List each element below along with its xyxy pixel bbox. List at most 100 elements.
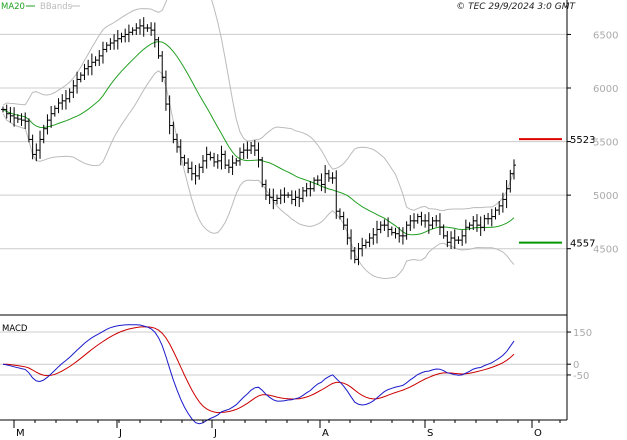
price-bar: [45, 114, 50, 135]
price-bar: [134, 23, 139, 35]
price-bar: [419, 211, 424, 226]
price-bar: [345, 218, 350, 245]
price-bar: [197, 163, 202, 180]
price-bar: [304, 182, 309, 197]
price-bar: [437, 213, 442, 235]
signal-line: [2, 326, 515, 414]
resistance-level-label: 5523: [570, 135, 595, 146]
price-bar: [23, 112, 28, 129]
price-bar: [278, 189, 283, 205]
price-bar: [297, 188, 302, 208]
price-bar: [149, 22, 154, 36]
bband-upper: [2, 0, 515, 212]
price-bar: [223, 150, 228, 169]
price-bar: [82, 63, 87, 80]
macd-axis: 150 0-50: [567, 328, 592, 382]
price-bar: [52, 105, 57, 117]
price-bar: [374, 220, 379, 244]
price-bar: [312, 177, 317, 192]
price-bar: [8, 106, 13, 123]
price-grid: [0, 33, 567, 250]
macd-panel: 150 0-50: [0, 324, 592, 425]
price-bar: [330, 172, 335, 184]
price-bar: [78, 72, 83, 83]
price-bar: [212, 152, 217, 167]
price-tick-label: 5000: [593, 191, 618, 202]
macd-lines: [2, 324, 515, 425]
price-bar: [26, 118, 31, 143]
price-bar: [115, 30, 120, 50]
price-bar: [86, 59, 91, 76]
macd-tick-label: 150: [573, 328, 592, 339]
price-bar: [378, 221, 383, 234]
price-panel: 5523 4557 4500 5000 5500 6000 6500: [0, 0, 618, 280]
price-bar: [156, 36, 161, 59]
price-bar: [30, 134, 35, 160]
price-bar: [126, 24, 131, 43]
price-bar: [49, 106, 54, 128]
ma20-legend: MA20: [1, 2, 25, 12]
month-label: M: [16, 428, 25, 439]
price-bar: [308, 181, 313, 197]
price-bar: [337, 208, 342, 220]
macd-grid: [0, 331, 567, 376]
price-bar: [219, 145, 224, 170]
bbands-legend: BBands: [40, 2, 73, 12]
price-bar: [104, 42, 109, 53]
price-bar: [400, 227, 405, 245]
price-bar: [171, 121, 176, 144]
price-bar: [267, 188, 272, 205]
price-bar: [408, 215, 413, 231]
price-tick-label: 5500: [593, 138, 618, 149]
price-bar: [237, 147, 242, 166]
price-bar: [460, 230, 465, 246]
price-bar: [249, 142, 254, 154]
price-bar: [123, 28, 128, 43]
price-bar: [234, 157, 239, 166]
price-bar: [326, 169, 331, 182]
price-bar: [200, 155, 205, 174]
price-bar: [1, 106, 5, 113]
price-bar: [404, 221, 409, 240]
price-bar: [152, 22, 157, 48]
price-bar: [456, 236, 461, 244]
macd-label: MACD: [2, 324, 28, 334]
price-bar: [393, 227, 398, 239]
price-bar: [286, 192, 291, 199]
price-bar: [160, 51, 165, 83]
price-bar: [4, 104, 9, 119]
price-bar: [71, 80, 76, 99]
price-bar: [93, 56, 98, 67]
price-bar: [252, 140, 257, 156]
price-bar: [423, 214, 428, 228]
price-bar: [38, 130, 43, 159]
price-bar: [482, 214, 487, 232]
price-bar: [230, 155, 235, 175]
price-bar: [208, 151, 213, 161]
price-tick-label: 6000: [593, 84, 618, 95]
price-bar: [334, 170, 339, 219]
price-bar: [397, 226, 402, 243]
legend: MA20 BBands: [1, 2, 80, 12]
price-bar: [371, 228, 376, 245]
stock-chart: 5523 4557 4500 5000 5500 6000 6500 150 0-50 M J…: [0, 0, 618, 439]
price-bar: [204, 146, 209, 169]
price-bar: [478, 216, 483, 236]
ma20-series: [2, 41, 515, 236]
price-bar: [112, 34, 117, 50]
month-label: A: [322, 428, 329, 439]
price-bar: [89, 53, 94, 76]
support-level-label: 4557: [570, 239, 595, 250]
price-bar: [293, 190, 298, 207]
month-label: S: [427, 428, 433, 439]
price-bar: [486, 212, 491, 225]
price-bar: [138, 19, 143, 35]
price-bar: [108, 38, 113, 50]
macd-tick-label: -50: [573, 371, 589, 382]
price-bar: [389, 226, 394, 236]
price-bar: [434, 215, 439, 227]
price-bar: [363, 239, 368, 249]
price-bar: [463, 219, 468, 244]
price-bar: [256, 142, 261, 168]
bollinger-bands: [2, 0, 515, 280]
